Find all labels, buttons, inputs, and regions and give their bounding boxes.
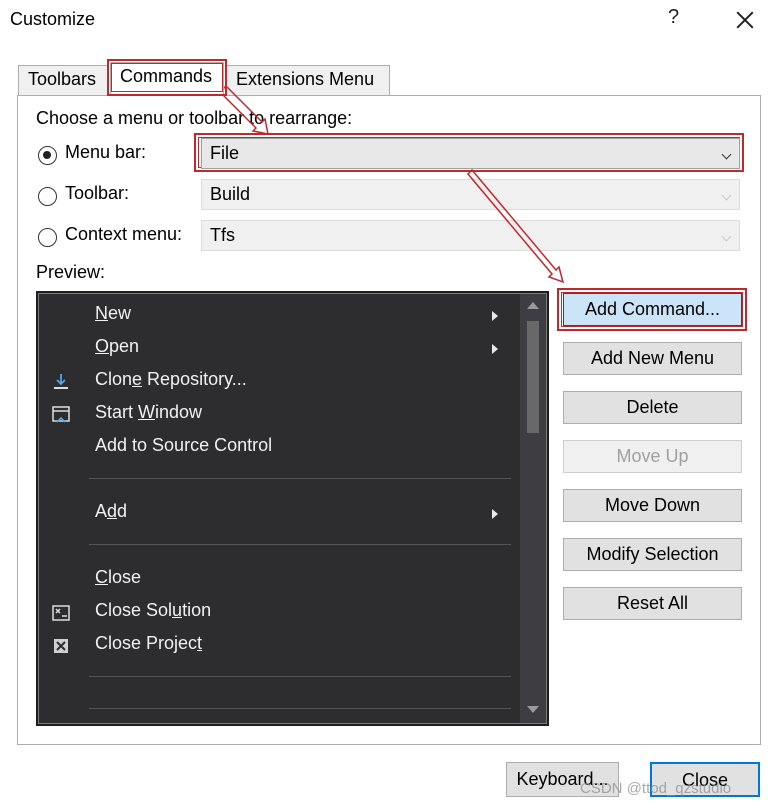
tab-commands[interactable]: Commands [107, 59, 227, 96]
menu-bar-value: File [210, 143, 240, 163]
move-up-button[interactable]: Move Up [563, 440, 742, 473]
close-solution-icon [51, 603, 71, 623]
preview-menu-item[interactable]: Clone Repository... [95, 369, 247, 390]
preview-scrollbar[interactable] [520, 294, 546, 723]
window-title: Customize [10, 9, 96, 29]
toolbar-select[interactable]: Build [201, 179, 740, 210]
scroll-down-icon[interactable] [527, 706, 539, 713]
delete-button[interactable]: Delete [563, 391, 742, 424]
preview-menu-item[interactable]: New [95, 303, 131, 324]
choose-label: Choose a menu or toolbar to rearrange: [36, 108, 353, 128]
submenu-arrow-icon [492, 344, 498, 354]
scroll-thumb[interactable] [527, 321, 539, 433]
close-project-icon [51, 636, 71, 656]
chevron-down-icon [721, 231, 732, 242]
preview-menu: New Open Clone Repository... Start Window Ad… [36, 291, 549, 726]
menu-separator [89, 478, 511, 479]
watermark-text: CSDN @ttod_qzstudio [580, 780, 732, 797]
chevron-down-icon [721, 149, 732, 160]
download-icon [51, 372, 71, 392]
reset-all-button[interactable]: Reset All [563, 587, 742, 620]
close-window-icon[interactable] [732, 8, 758, 34]
chevron-down-icon [721, 190, 732, 201]
menu-bar-select[interactable]: File [201, 138, 740, 169]
toolbar-radio[interactable] [38, 187, 57, 206]
preview-menu-item[interactable]: Close [95, 567, 141, 588]
preview-menu-item[interactable]: Start Window [95, 402, 202, 423]
preview-menu-item[interactable]: Close Project [95, 633, 202, 654]
menu-separator [89, 708, 511, 709]
commands-panel: Choose a menu or toolbar to rearrange: M… [17, 95, 761, 745]
context-menu-radio[interactable] [38, 228, 57, 247]
preview-menu-item[interactable]: Add to Source Control [95, 435, 272, 456]
modify-selection-button[interactable]: Modify Selection [563, 538, 742, 571]
menu-separator [89, 544, 511, 545]
toolbar-label: Toolbar: [65, 183, 130, 203]
move-down-button[interactable]: Move Down [563, 489, 742, 522]
context-menu-label: Context menu: [65, 224, 183, 244]
submenu-arrow-icon [492, 509, 498, 519]
help-button[interactable]: ? [668, 6, 679, 29]
title-bar: Customize ? [0, 0, 777, 42]
preview-menu-item[interactable]: Close Solution [95, 600, 211, 621]
submenu-arrow-icon [492, 311, 498, 321]
start-window-icon [51, 405, 71, 425]
menu-separator [89, 676, 511, 677]
menu-bar-label: Menu bar: [65, 142, 147, 162]
preview-label: Preview: [36, 262, 106, 282]
toolbar-value: Build [210, 184, 251, 204]
context-menu-value: Tfs [210, 225, 235, 245]
add-command-button[interactable]: Add Command... [563, 293, 742, 326]
add-new-menu-button[interactable]: Add New Menu [563, 342, 742, 375]
scroll-up-icon[interactable] [527, 302, 539, 309]
preview-menu-item[interactable]: Add [95, 501, 127, 522]
menu-bar-radio[interactable] [38, 146, 57, 165]
tab-extensions-menu[interactable]: Extensions Menu [226, 65, 390, 95]
preview-menu-item[interactable]: Open [95, 336, 139, 357]
tab-toolbars[interactable]: Toolbars [18, 65, 109, 95]
context-menu-select[interactable]: Tfs [201, 220, 740, 251]
tab-commands-label: Commands [120, 66, 213, 86]
